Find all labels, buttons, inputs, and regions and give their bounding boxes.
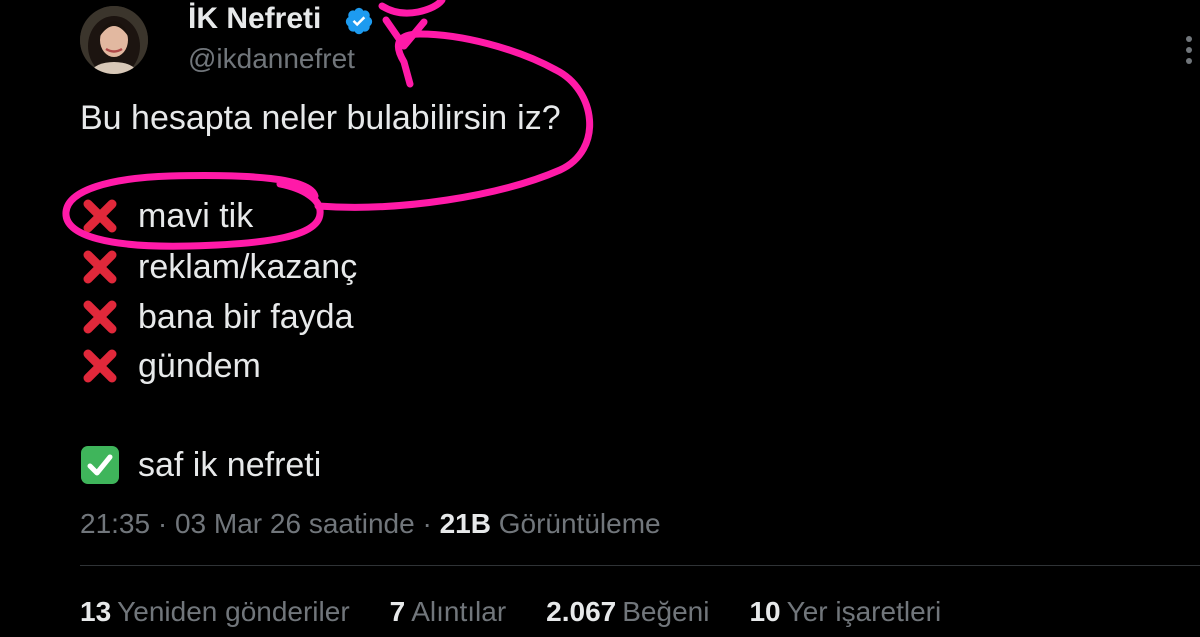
stat-bookmarks[interactable]: 10 Yer işaretleri — [749, 594, 941, 630]
views-count: 21B — [439, 508, 491, 539]
list-item-text: mavi tik — [138, 197, 254, 235]
annotation-arrowhead — [382, 16, 428, 50]
annotation-scribble — [378, 0, 446, 17]
engagement-stats: 13 Yeniden gönderiler 7 Alıntılar 2.067 Beğ… — [80, 592, 981, 632]
list-item-text: gündem — [138, 347, 261, 385]
stat-label: Yer işaretleri — [786, 596, 942, 627]
divider — [80, 565, 1200, 566]
profile-photo-icon — [80, 6, 148, 74]
stat-count: 13 — [80, 596, 112, 627]
list-item-final: saf ik nefreti — [80, 445, 321, 485]
cross-mark-icon — [80, 196, 124, 236]
author-display-name[interactable]: İK Nefreti — [188, 0, 321, 38]
list-item: bana bir fayda — [80, 297, 354, 337]
list-item: reklam/kazanç — [80, 247, 357, 287]
check-mark-button-icon — [80, 445, 124, 485]
cross-mark-icon — [80, 346, 124, 386]
list-item: gündem — [80, 346, 261, 386]
stat-label: Beğeni — [622, 596, 710, 627]
stat-reposts[interactable]: 13 Yeniden gönderiler — [80, 594, 350, 630]
tweet-metadata: 21:35 · 03 Mar 26 saatinde · 21B Görüntü… — [80, 508, 661, 539]
tweet-date[interactable]: 03 Mar 26 saatinde — [175, 508, 415, 539]
stat-count: 10 — [749, 596, 781, 627]
tweet-intro-text-2: iz? — [517, 99, 561, 137]
verified-badge-icon[interactable] — [344, 6, 374, 36]
tweet-intro-line: Bu hesapta neler bulabilirsin iz? — [80, 98, 561, 138]
list-item-text: saf ik nefreti — [138, 446, 322, 484]
author-handle[interactable]: @ikdannefret — [188, 42, 355, 76]
views-label: Görüntüleme — [498, 508, 661, 539]
list-item-text: reklam/kazanç — [138, 248, 358, 286]
cross-mark-icon — [80, 247, 124, 287]
stat-likes[interactable]: 2.067 Beğeni — [546, 594, 709, 630]
stat-label: Alıntılar — [411, 596, 507, 627]
stat-count: 7 — [389, 596, 406, 627]
stat-label: Yeniden gönderiler — [117, 596, 350, 627]
stat-count: 2.067 — [546, 596, 617, 627]
list-item-text: bana bir fayda — [138, 298, 354, 336]
stat-quotes[interactable]: 7 Alıntılar — [390, 594, 507, 630]
tweet-intro-text-1: Bu hesapta neler bulabilirsin — [80, 99, 508, 137]
avatar[interactable] — [80, 6, 148, 74]
list-item: mavi tik — [80, 196, 253, 236]
cross-mark-icon — [80, 297, 124, 337]
tweet-time[interactable]: 21:35 — [80, 508, 150, 539]
more-options-icon[interactable] — [1186, 36, 1200, 72]
